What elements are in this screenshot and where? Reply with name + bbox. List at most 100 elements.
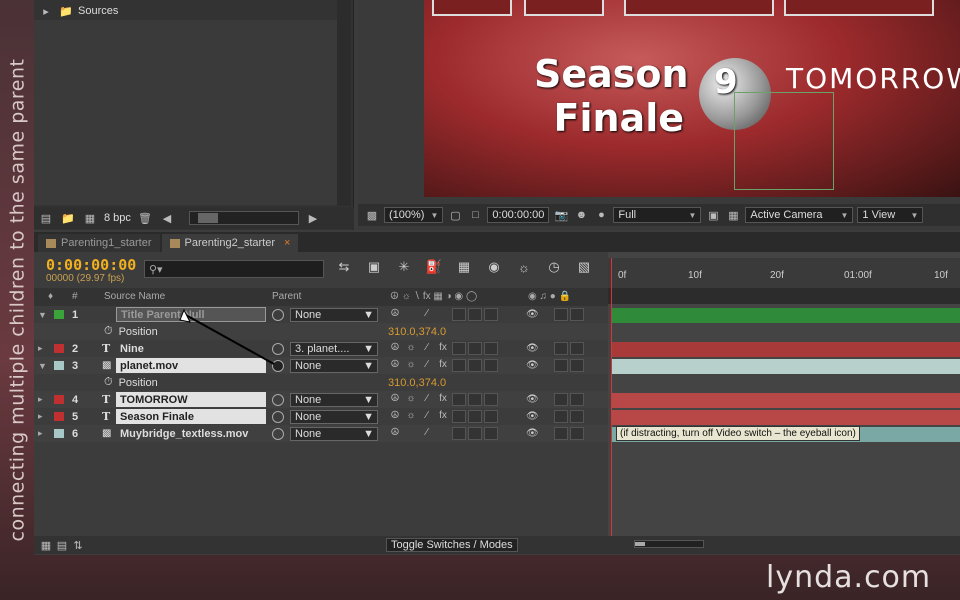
show-snapshot-icon[interactable]: ☻ [573, 208, 589, 222]
resolution-dropdown[interactable]: Full ▼ [613, 207, 702, 223]
layer-name[interactable]: Season Finale [116, 409, 266, 424]
expand-triangle-icon[interactable]: ▸ [38, 4, 54, 18]
trash-icon[interactable]: 🗑 [137, 211, 153, 225]
eyeball-icon[interactable]: 👁 [526, 428, 539, 439]
layer-row[interactable]: ▼ 3 ▩ planet.mov None ▼ ☮ ☼ ∕ fx 👁 [34, 357, 608, 374]
selection-bounding-box[interactable] [734, 92, 834, 190]
eyeball-icon[interactable]: 👁 [526, 309, 539, 320]
snapshot-icon[interactable]: 📷 [553, 208, 569, 222]
layer-switches[interactable]: ☮ ☼ ∕ fx [388, 342, 498, 355]
mask-visibility-icon[interactable]: □ [467, 208, 483, 222]
current-time-display[interactable]: 0:00:00:00 [46, 256, 136, 274]
pick-whip-icon[interactable] [272, 393, 284, 406]
new-comp-icon[interactable]: ▦ [82, 211, 98, 225]
expand-triangle-icon[interactable]: ▸ [38, 411, 46, 422]
new-folder-icon[interactable]: 📁 [60, 211, 76, 225]
layer-switches-toggle-icon[interactable]: ▦ [38, 538, 54, 552]
layer-row[interactable]: ▼ 1 Title Parent Null None ▼ ☮ ∕ 👁 [34, 306, 608, 323]
label-color-swatch[interactable] [54, 361, 64, 370]
parent-dropdown[interactable]: None ▼ [290, 307, 378, 322]
current-time-indicator[interactable] [611, 258, 612, 538]
parent-dropdown[interactable]: None ▼ [290, 426, 378, 441]
num-header[interactable]: # [72, 291, 78, 302]
close-tab-icon[interactable]: × [284, 237, 290, 249]
composition-canvas[interactable]: Season Finale 9 TOMORROW [424, 0, 960, 197]
av-switches[interactable] [554, 427, 584, 440]
av-switches[interactable] [554, 308, 584, 321]
timeline-zoom-slider[interactable] [634, 540, 704, 548]
position-value[interactable]: 310.0,374.0 [388, 326, 446, 338]
camera-dropdown[interactable]: Active Camera ▼ [745, 207, 854, 223]
pick-whip-icon[interactable] [272, 308, 284, 321]
channels-icon[interactable]: ● [593, 208, 609, 222]
eyeball-icon[interactable]: 👁 [526, 394, 539, 405]
tab-parenting1[interactable]: Parenting1_starter [38, 234, 160, 252]
layer-name[interactable]: Title Parent Null [116, 307, 266, 322]
viewer-timecode[interactable]: 0:00:00:00 [487, 207, 550, 223]
layer-name[interactable]: TOMORROW [116, 392, 266, 407]
parent-dropdown[interactable]: None ▼ [290, 392, 378, 407]
label-color-swatch[interactable] [54, 344, 64, 353]
label-color-swatch[interactable] [54, 412, 64, 421]
label-color-swatch[interactable] [54, 429, 64, 438]
bpc-label[interactable]: 8 bpc [104, 212, 131, 224]
source-name-header[interactable]: Source Name [104, 291, 165, 302]
layer-duration-bar[interactable] [612, 359, 960, 374]
label-header-icon[interactable]: ♦ [48, 291, 53, 302]
stopwatch-icon[interactable]: ⏱ [104, 376, 113, 389]
live-update-icon[interactable]: ▣ [364, 259, 384, 274]
graph-editor-icon[interactable]: ▧ [574, 259, 594, 274]
position-value[interactable]: 310.0,374.0 [388, 377, 446, 389]
pick-whip-icon[interactable] [272, 342, 284, 355]
layer-name[interactable]: planet.mov [116, 358, 266, 373]
property-row[interactable]: ⏱ Position 310.0,374.0 [34, 374, 608, 391]
av-switches[interactable] [554, 393, 584, 406]
timeline-graph-area[interactable]: 0f 10f 20f 01:00f 10f (if distracting, t… [608, 252, 960, 540]
property-row[interactable]: ⏱ Position 310.0,374.0 [34, 323, 608, 340]
layer-search-input[interactable]: ⚲▾ [144, 260, 324, 278]
zoom-dropdown[interactable]: (100%) ▼ [384, 207, 444, 223]
expand-triangle-icon[interactable]: ▸ [38, 343, 46, 354]
parent-dropdown[interactable]: None ▼ [290, 409, 378, 424]
layer-name[interactable]: Muybridge_textless.mov [116, 426, 266, 441]
scroll-right-icon[interactable]: ▶ [305, 211, 321, 225]
layer-name[interactable]: Nine [116, 341, 266, 356]
expand-triangle-icon[interactable]: ▸ [38, 394, 46, 405]
expand-triangle-icon[interactable]: ▸ [38, 428, 46, 439]
scroll-left-icon[interactable]: ◀ [159, 211, 175, 225]
transfer-controls-icon[interactable]: ▤ [54, 538, 70, 552]
safe-zones-icon[interactable]: ▢ [447, 208, 463, 222]
layer-switches[interactable]: ☮ ☼ ∕ fx [388, 359, 498, 372]
layer-switches[interactable]: ☮ ∕ [388, 308, 498, 321]
eyeball-icon[interactable]: 👁 [526, 411, 539, 422]
interpret-footage-icon[interactable]: ▤ [38, 211, 54, 225]
region-of-interest-icon[interactable]: ▣ [705, 208, 721, 222]
parent-dropdown[interactable]: 3. planet.... ▼ [290, 341, 378, 356]
layer-switches[interactable]: ☮ ∕ [388, 427, 498, 440]
frame-blending-icon[interactable]: ▦ [454, 259, 474, 274]
shy-layers-icon[interactable]: ⛽ [424, 259, 444, 274]
work-area-bar[interactable] [608, 288, 960, 304]
layer-duration-bar[interactable] [612, 308, 960, 323]
layer-row[interactable]: ▸ 2 T Nine 3. planet.... ▼ ☮ ☼ ∕ fx 👁 [34, 340, 608, 357]
layer-row[interactable]: ▸ 5 T Season Finale None ▼ ☮ ☼ ∕ fx 👁 [34, 408, 608, 425]
av-switches[interactable] [554, 359, 584, 372]
layer-switches[interactable]: ☮ ☼ ∕ fx [388, 410, 498, 423]
draft-3d-icon[interactable]: ✳ [394, 259, 414, 274]
in-out-toggle-icon[interactable]: ⇅ [70, 538, 86, 552]
pick-whip-icon[interactable] [272, 410, 284, 423]
always-preview-icon[interactable]: ▩ [364, 208, 380, 222]
av-switches[interactable] [554, 342, 584, 355]
eyeball-icon[interactable]: 👁 [526, 343, 539, 354]
pick-whip-icon[interactable] [272, 359, 284, 372]
pick-whip-icon[interactable] [272, 427, 284, 440]
stopwatch-icon[interactable]: ⏱ [104, 325, 113, 338]
expand-triangle-icon[interactable]: ▼ [38, 361, 47, 371]
toggle-switches-modes-button[interactable]: Toggle Switches / Modes [386, 538, 518, 552]
layer-duration-bar[interactable] [612, 410, 960, 425]
project-hscroll[interactable] [188, 211, 299, 225]
label-color-swatch[interactable] [54, 310, 64, 319]
parent-dropdown[interactable]: None ▼ [290, 358, 378, 373]
motion-blur-icon[interactable]: ◉ [484, 259, 504, 274]
project-list[interactable] [34, 20, 342, 205]
